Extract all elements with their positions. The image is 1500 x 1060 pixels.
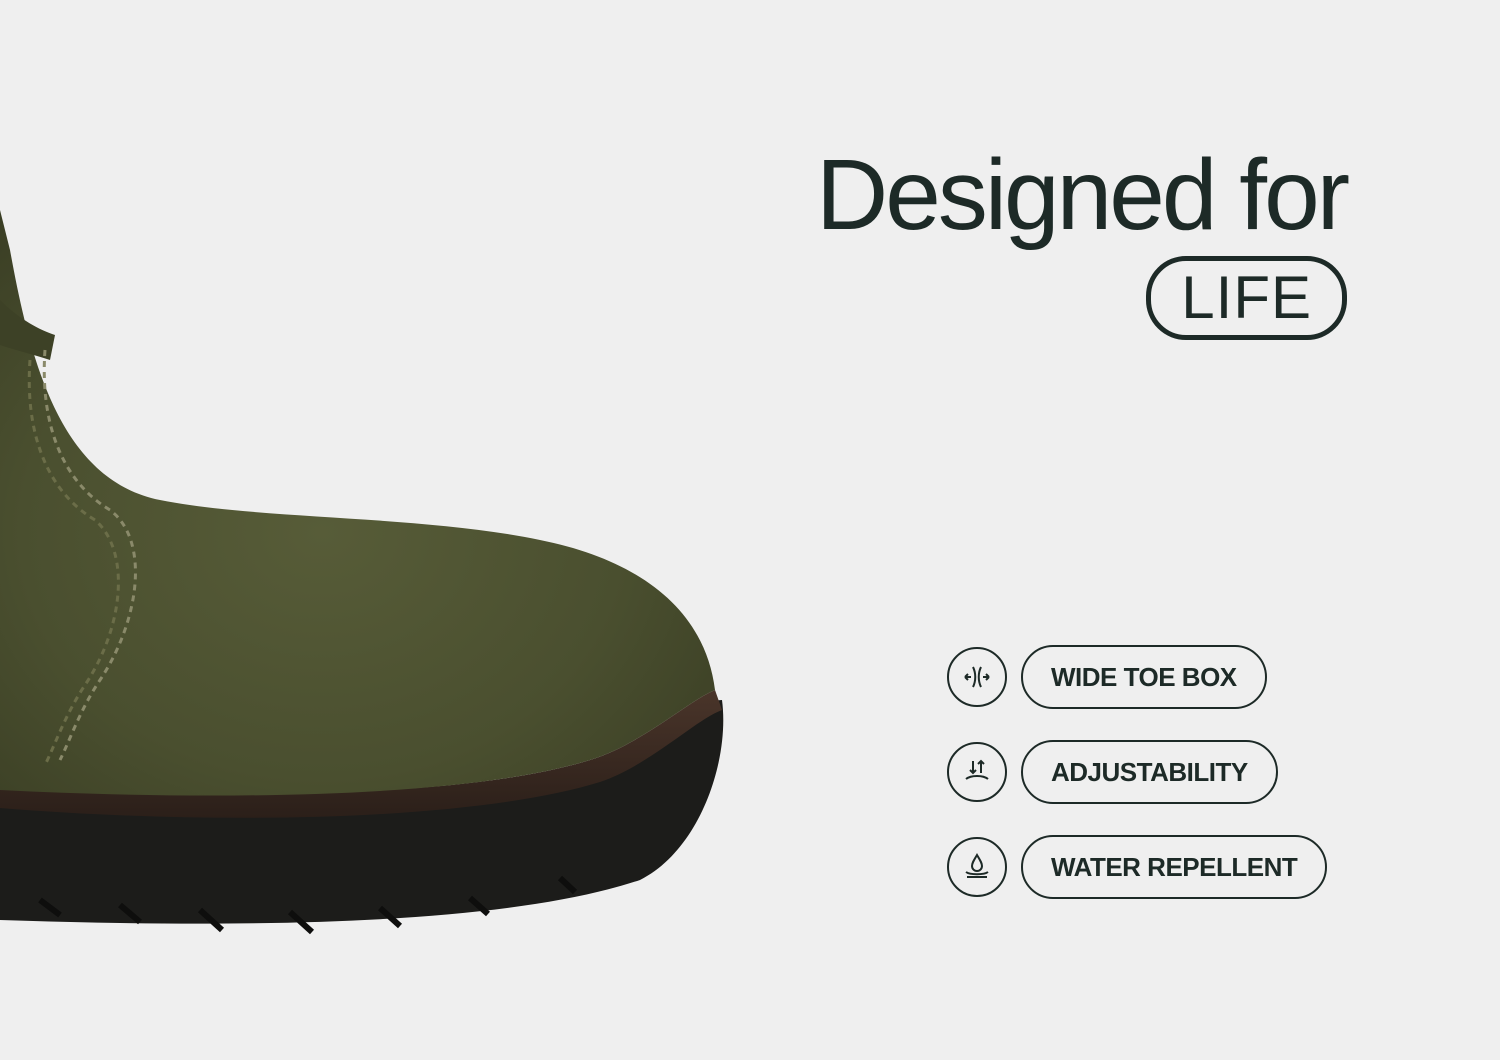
- feature-item: WATER REPELLENT: [947, 835, 1328, 899]
- boot-image: [0, 210, 724, 935]
- wide-toe-box-icon: [947, 647, 1007, 707]
- water-drop-icon: [947, 837, 1007, 897]
- feature-pill-adjustability: ADJUSTABILITY: [1021, 740, 1278, 804]
- feature-list: WIDE TOE BOX ADJUSTABILITY WATER REPELLE…: [947, 645, 1328, 930]
- feature-pill-water-repellent: WATER REPELLENT: [1021, 835, 1328, 899]
- headline-pill: LIFE: [1146, 256, 1347, 340]
- adjustability-icon: [947, 742, 1007, 802]
- feature-pill-wide-toe-box: WIDE TOE BOX: [1021, 645, 1267, 709]
- feature-item: WIDE TOE BOX: [947, 645, 1327, 709]
- headline-main: Designed for: [816, 139, 1350, 251]
- headline: Designed for LIFE: [816, 139, 1350, 340]
- feature-item: ADJUSTABILITY: [947, 740, 1327, 804]
